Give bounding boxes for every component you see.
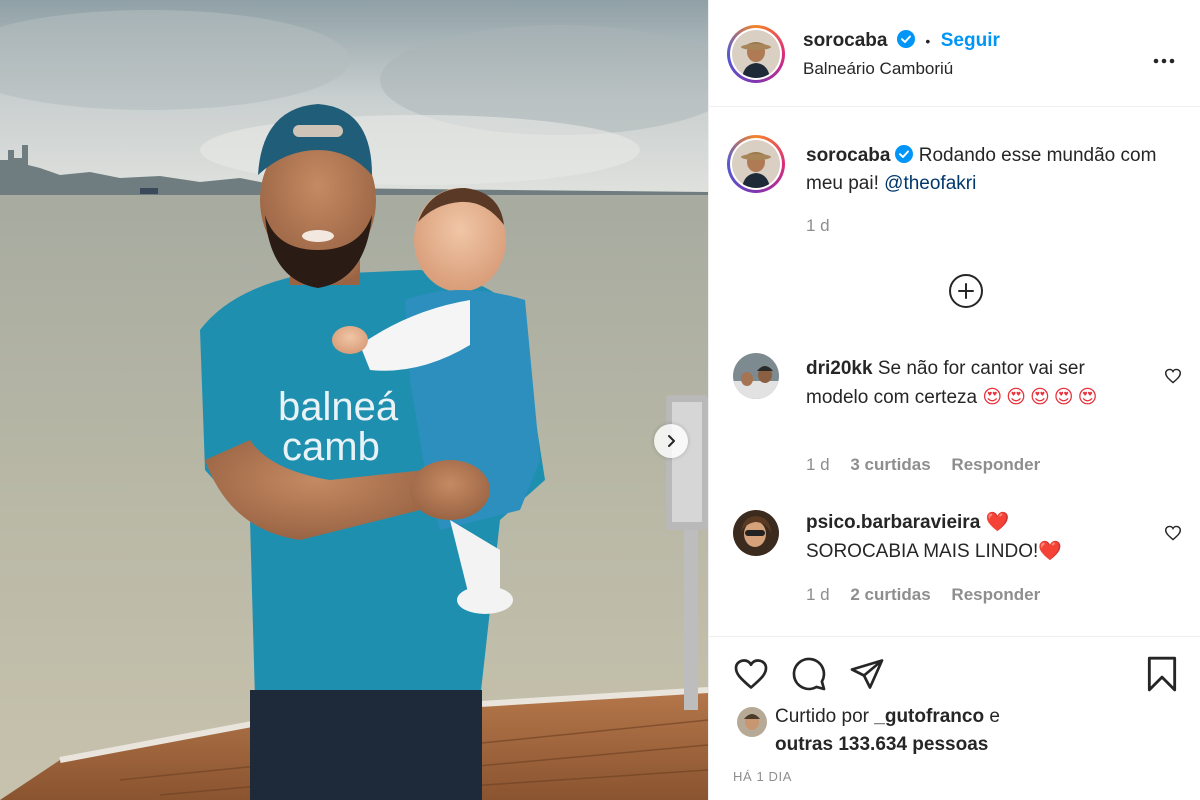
author-username[interactable]: sorocaba bbox=[803, 30, 887, 51]
verified-badge-icon bbox=[895, 145, 914, 163]
caption-mention[interactable]: @theofakri bbox=[884, 173, 976, 194]
post-footer: Curtido por _gutofranco e outras 133.634… bbox=[709, 636, 1200, 800]
liked-by-prefix: Curtido por bbox=[775, 706, 869, 727]
post-header: sorocaba • Seguir Balneário Camboriú bbox=[709, 0, 1200, 107]
comment-username-emoji: ❤️ bbox=[985, 511, 1010, 533]
posted-time[interactable]: HÁ 1 DIA bbox=[733, 769, 792, 784]
photo-scene: balneá camb bbox=[0, 0, 708, 800]
reply-button[interactable]: Responder bbox=[951, 455, 1040, 474]
author-avatar-image bbox=[732, 30, 780, 78]
liked-by-conjunction: e bbox=[989, 706, 1000, 727]
comment-emojis: ❤️ bbox=[1038, 540, 1062, 562]
comment-username[interactable]: dri20kk bbox=[806, 358, 873, 379]
more-options-button[interactable] bbox=[1153, 44, 1175, 70]
comment-icon[interactable] bbox=[791, 656, 827, 692]
verified-badge-icon bbox=[896, 30, 915, 48]
commenter-avatar[interactable] bbox=[733, 510, 779, 556]
caption-avatar-image bbox=[732, 140, 780, 188]
comment-like-heart-icon[interactable] bbox=[1164, 525, 1182, 541]
liked-by-user[interactable]: _gutofranco bbox=[874, 706, 984, 727]
liked-by-others[interactable]: outras 133.634 pessoas bbox=[775, 734, 988, 755]
commenter-avatar[interactable] bbox=[733, 353, 779, 399]
comment-meta: 1 d 2 curtidas Responder bbox=[806, 585, 1040, 605]
liker-avatar[interactable] bbox=[737, 707, 767, 737]
shirt-text-line2: camb bbox=[282, 425, 380, 469]
commenter-avatar-image bbox=[733, 510, 779, 556]
comment: psico.barbaravieira ❤️ SOROCABIA MAIS LI… bbox=[806, 508, 1146, 566]
caption: sorocaba Rodando esse mundão com meu pai… bbox=[806, 142, 1166, 198]
chevron-right-icon bbox=[668, 435, 675, 447]
liker-avatar-image bbox=[737, 707, 767, 737]
comment-time[interactable]: 1 d bbox=[806, 455, 830, 474]
comment-text: SOROCABIA MAIS LINDO! bbox=[806, 541, 1039, 562]
reply-button[interactable]: Responder bbox=[951, 585, 1040, 604]
post-location[interactable]: Balneário Camboriú bbox=[803, 59, 953, 79]
comment-emojis: 😍😍😍😍😍 bbox=[982, 386, 1102, 408]
commenter-avatar-image bbox=[733, 353, 779, 399]
heart-icon[interactable] bbox=[733, 657, 769, 691]
instagram-post: balneá camb sorocaba • Seguir Balneário … bbox=[0, 0, 1200, 800]
comment-likes[interactable]: 3 curtidas bbox=[850, 455, 930, 474]
caption-time[interactable]: 1 d bbox=[806, 216, 830, 236]
comment-time[interactable]: 1 d bbox=[806, 585, 830, 604]
follow-button[interactable]: Seguir bbox=[941, 30, 1000, 51]
header-separator: • bbox=[925, 33, 931, 49]
post-sidebar: sorocaba • Seguir Balneário Camboriú sor… bbox=[708, 0, 1200, 800]
more-dots-icon bbox=[1153, 58, 1175, 64]
plus-circle-icon bbox=[958, 283, 974, 299]
comment-username[interactable]: psico.barbaravieira bbox=[806, 512, 980, 533]
comment-meta: 1 d 3 curtidas Responder bbox=[806, 455, 1040, 475]
caption-username[interactable]: sorocaba bbox=[806, 145, 890, 166]
caption-avatar[interactable] bbox=[727, 135, 785, 193]
shirt-text-line1: balneá bbox=[278, 385, 399, 429]
comment: dri20kk Se não for cantor vai ser modelo… bbox=[806, 355, 1136, 412]
likes-summary: Curtido por _gutofranco e outras 133.634… bbox=[775, 703, 1075, 759]
author-avatar[interactable] bbox=[727, 25, 785, 83]
post-photo[interactable]: balneá camb bbox=[0, 0, 708, 800]
paper-plane-icon[interactable] bbox=[849, 656, 885, 692]
comment-likes[interactable]: 2 curtidas bbox=[850, 585, 930, 604]
load-more-comments-button[interactable] bbox=[949, 274, 983, 308]
comment-like-heart-icon[interactable] bbox=[1164, 368, 1182, 384]
bookmark-icon[interactable] bbox=[1146, 655, 1178, 693]
next-photo-button[interactable] bbox=[654, 424, 688, 458]
